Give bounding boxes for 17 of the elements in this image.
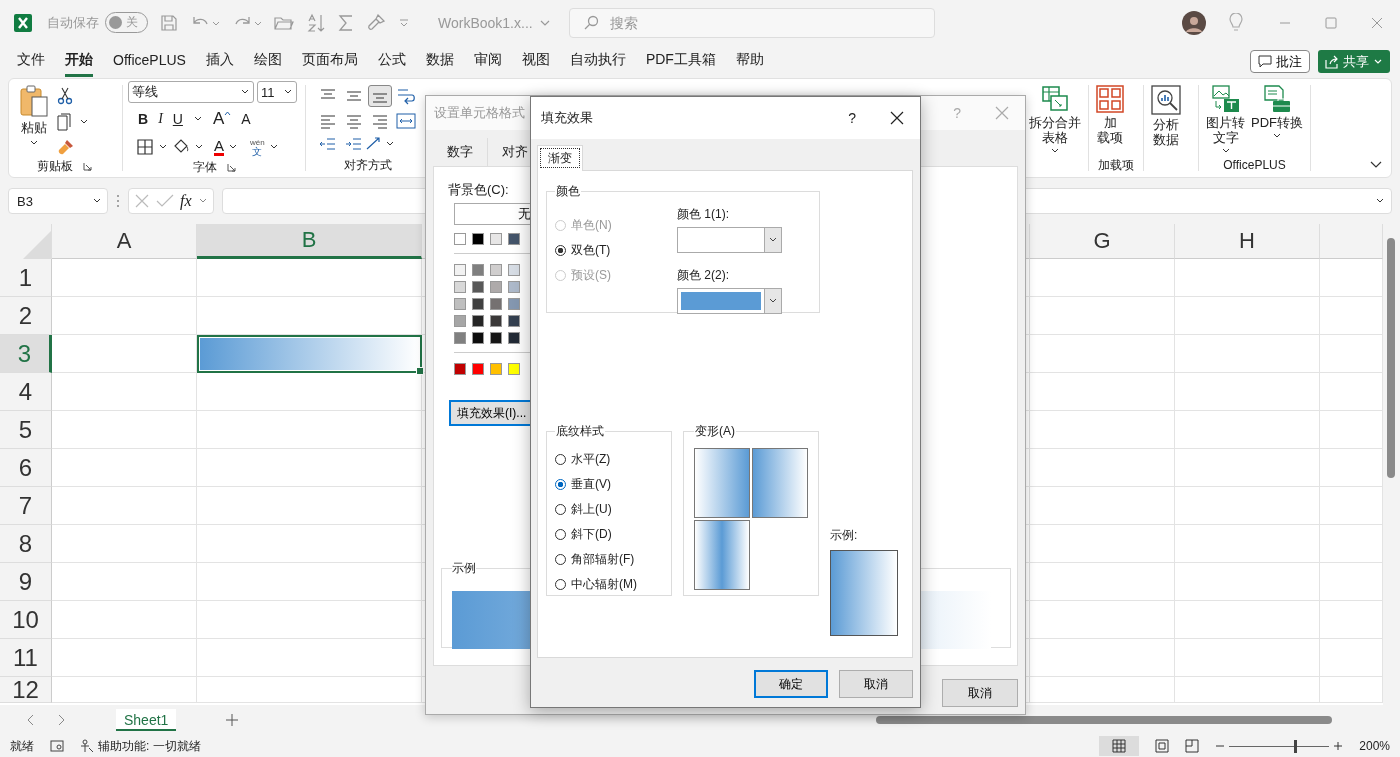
group-label: 字体: [192, 159, 217, 176]
autosave-label: 自动保存: [47, 13, 99, 32]
group-label: 变形(A): [694, 423, 736, 440]
group-label: 加载项: [1098, 156, 1134, 174]
group-label: 底纹样式: [555, 423, 605, 440]
status-text: 就绪: [10, 737, 34, 755]
group-label: 示例: [452, 560, 476, 577]
group-label: 对齐方式: [344, 156, 392, 174]
group-label: OfficePLUS: [1223, 158, 1286, 172]
sample-label: 示例:: [830, 527, 859, 544]
background-color-label: 背景色(C):: [448, 181, 509, 199]
color-label: 颜色 1(1):: [677, 206, 730, 223]
dialog-title: 设置单元格格式: [434, 104, 525, 122]
group-label: 剪贴板: [36, 157, 73, 175]
group-label: 颜色: [555, 183, 581, 200]
color-label: 颜色 2(2):: [677, 267, 730, 284]
dialog-title: 填充效果: [541, 109, 593, 127]
